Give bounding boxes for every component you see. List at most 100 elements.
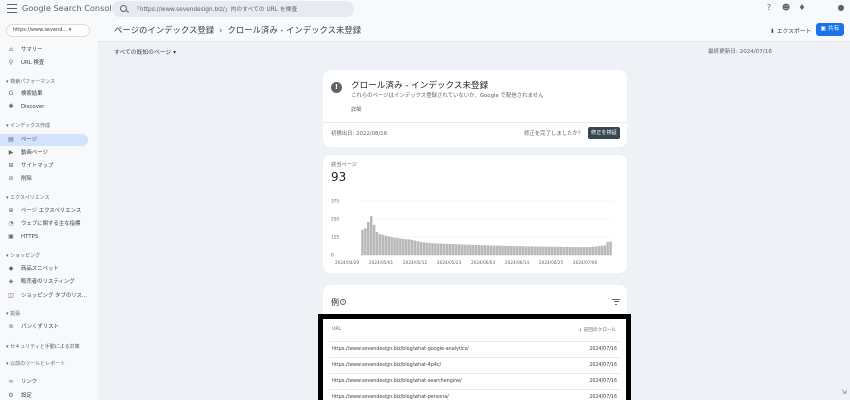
help-icon[interactable]: ? [764,3,774,13]
bar[interactable] [369,216,373,255]
bar[interactable] [372,224,376,255]
bar[interactable] [393,237,396,255]
column-header-last-crawl[interactable]: ↓ 前回のクロール [579,327,616,333]
sidebar-item[interactable]: ▣ HTTPS [0,231,88,243]
bar[interactable] [375,231,379,255]
bar[interactable] [425,242,428,255]
bar[interactable] [384,235,388,255]
sidebar-item[interactable]: ⚙ 設定 [0,390,88,400]
bar[interactable] [428,242,431,255]
sidebar-item[interactable]: ◈ 販売者のリスティング [0,276,88,288]
bar[interactable] [594,246,598,255]
sidebar-item[interactable]: ⊞ サイトマップ [0,160,88,172]
nav-section-header[interactable]: ▾ エクスペリエンス [6,194,50,201]
bar[interactable] [507,245,510,255]
bar[interactable] [402,238,405,255]
bar[interactable] [606,242,609,255]
bar[interactable] [518,246,522,255]
bar[interactable] [580,247,583,255]
bar[interactable] [407,239,411,255]
bar[interactable] [475,244,478,255]
bar[interactable] [480,245,484,255]
sidebar-item[interactable]: ⚲ URL 検査 [0,57,88,69]
bar[interactable] [498,245,501,255]
bar[interactable] [565,246,569,255]
bar[interactable] [556,246,560,255]
bar[interactable] [492,245,496,255]
bar[interactable] [440,243,443,255]
bar[interactable] [416,241,420,255]
page-filter-dropdown[interactable]: すべての既知のページ ▾ [114,47,176,56]
bar[interactable] [361,229,364,255]
bar[interactable] [387,236,390,255]
bar[interactable] [460,244,463,255]
bar[interactable] [381,234,385,255]
bar[interactable] [568,246,571,255]
sidebar-item[interactable]: ◫ ショッピング タブのリス... [0,290,88,302]
bar[interactable] [477,245,481,255]
bar[interactable] [419,242,423,255]
bar[interactable] [390,237,393,255]
help-circle-icon[interactable]: ? [340,299,346,305]
sidebar-item[interactable]: ▤ ページ [0,134,88,146]
bar[interactable] [583,247,586,255]
bar[interactable] [463,244,466,255]
bar[interactable] [448,244,452,255]
bar[interactable] [609,241,612,255]
sidebar-item[interactable]: ✱ Discover [0,101,88,113]
table-row[interactable]: https://www.sevendesign.biz/blog/what-go… [329,341,620,357]
bar[interactable] [536,246,539,255]
bar[interactable] [597,246,601,255]
bar[interactable] [504,245,507,255]
sidebar-item[interactable]: ⊕ ページ エクスペリエンス [0,205,88,217]
bar[interactable] [451,244,455,255]
property-selector[interactable]: https://www.sevend... ▾ [6,24,90,37]
bar[interactable] [571,246,574,255]
url-inspect-search[interactable]: 「https://www.sevendesign.biz/」内のすべての URL… [112,1,354,17]
bar[interactable] [510,245,513,255]
bar[interactable] [588,246,592,255]
bar[interactable] [483,245,487,255]
bell-icon[interactable]: ♦ [797,3,807,13]
bar[interactable] [404,239,408,255]
bar[interactable] [434,243,437,255]
bar[interactable] [469,244,472,255]
details-link[interactable]: 詳細 [351,106,361,113]
sidebar-item[interactable]: ▶ 動画ページ [0,147,88,159]
bar[interactable] [553,246,557,255]
validate-fix-button[interactable]: 修正を検証 [588,127,620,139]
export-button[interactable]: ⬇ エクスポート [770,26,811,35]
bar[interactable] [530,246,533,255]
bar[interactable] [542,246,545,255]
menu-icon[interactable] [7,4,17,13]
bar[interactable] [512,246,516,255]
bar[interactable] [364,228,367,255]
bar[interactable] [399,238,402,255]
bar[interactable] [545,246,548,255]
bar[interactable] [396,238,399,255]
nav-section-header[interactable]: ▾ 検索パフォーマンス [6,78,55,85]
nav-section-header[interactable]: ▾ 以前のツールとレポート [6,360,65,367]
bar[interactable] [562,246,566,255]
bar[interactable] [466,244,469,255]
table-row[interactable]: https://www.sevendesign.biz/blog/what-pe… [329,389,620,400]
bar[interactable] [486,245,490,255]
sidebar-item[interactable]: ◔ ウェブに関する主な指標 [0,218,88,230]
bar[interactable] [442,243,446,255]
sidebar-item[interactable]: G 検索結果 [0,88,88,100]
bar[interactable] [603,245,606,255]
bar[interactable] [410,239,414,255]
bar[interactable] [495,245,498,255]
bar[interactable] [445,243,449,255]
sidebar-item[interactable]: ◆ 商品スニペット [0,263,88,275]
bar[interactable] [422,242,426,255]
breadcrumb-parent[interactable]: ページのインデックス登録 [114,25,214,35]
bar[interactable] [457,244,461,255]
bar[interactable] [527,246,531,255]
bar[interactable] [577,247,580,255]
bar[interactable] [515,246,519,255]
sidebar-item[interactable]: ∞ リンク [0,376,88,388]
sidebar-item[interactable]: ⊘ 削除 [0,173,88,185]
table-row[interactable]: https://www.sevendesign.biz/blog/what-4p… [329,357,620,373]
people-icon[interactable]: ☻ [781,3,791,13]
